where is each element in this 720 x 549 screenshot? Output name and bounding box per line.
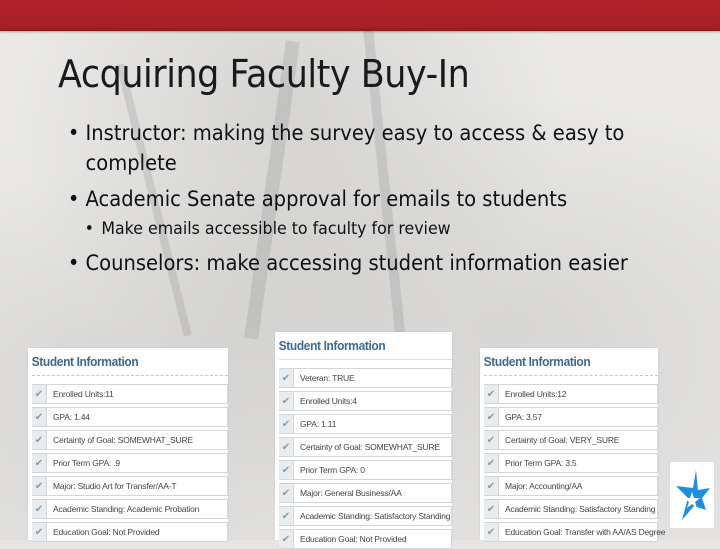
info-row[interactable]: ✔ Education Goal: Not Provided xyxy=(279,529,452,549)
bullet-item: Instructor: making the survey easy to ac… xyxy=(66,118,662,178)
info-row-label: GPA: 1.44 xyxy=(53,412,90,422)
info-row-label: Major: General Business/AA xyxy=(300,488,402,498)
info-row[interactable]: ✔ Prior Term GPA: 3.5 xyxy=(484,453,658,473)
info-row-label: Enrolled Units:12 xyxy=(505,389,567,399)
check-icon: ✔ xyxy=(279,438,294,456)
info-row[interactable]: ✔ Enrolled Units:11 xyxy=(32,384,228,404)
info-row-label: Certainty of Goal: SOMEWHAT_SURE xyxy=(53,435,193,445)
info-row[interactable]: ✔ Certainty of Goal: SOMEWHAT_SURE xyxy=(279,437,452,457)
info-row[interactable]: ✔ Enrolled Units:12 xyxy=(484,384,658,404)
panel-title: Student Information xyxy=(483,354,591,369)
info-row[interactable]: ✔ Education Goal: Transfer with AA/AS Deg… xyxy=(484,522,665,542)
info-row-label: Education Goal: Not Provided xyxy=(300,534,407,544)
info-row-label: Prior Term GPA: 3.5 xyxy=(505,458,577,468)
check-icon: ✔ xyxy=(279,530,294,548)
info-row[interactable]: ✔ Prior Term GPA: .9 xyxy=(32,453,228,473)
info-row-label: Education Goal: Transfer with AA/AS Degr… xyxy=(505,527,666,537)
divider xyxy=(484,375,658,376)
info-row[interactable]: ✔ Enrolled Units:4 xyxy=(279,391,452,411)
divider xyxy=(279,359,452,360)
info-row[interactable]: ✔ Academic Standing: Satisfactory Standin… xyxy=(484,499,658,519)
check-icon: ✔ xyxy=(279,484,294,502)
check-icon: ✔ xyxy=(484,477,499,495)
info-row-label: Veteran: TRUE xyxy=(300,373,355,383)
info-row-label: Education Goal: Not Provided xyxy=(53,527,160,537)
slide-title: Acquiring Faculty Buy-In xyxy=(58,52,470,96)
info-row[interactable]: ✔ Major: Accounting/AA xyxy=(484,476,658,496)
info-row[interactable]: ✔ Prior Term GPA: 0 xyxy=(279,460,452,480)
check-icon: ✔ xyxy=(484,454,499,472)
check-icon: ✔ xyxy=(32,454,47,472)
star-logo-icon xyxy=(670,462,714,528)
check-icon: ✔ xyxy=(32,385,47,403)
info-row[interactable]: ✔ Major: Studio Art for Transfer/AA-T xyxy=(32,476,228,496)
bullet-item: Counselors: make accessing student infor… xyxy=(66,248,644,278)
student-info-panel-3: Student Information ✔ Enrolled Units:12 ✔… xyxy=(480,348,665,542)
info-row[interactable]: ✔ Academic Standing: Academic Probation xyxy=(32,499,228,519)
divider xyxy=(32,375,228,376)
student-info-panel-1: Student Information ✔ Enrolled Units:11 ✔… xyxy=(28,348,228,542)
info-row[interactable]: ✔ Veteran: TRUE xyxy=(279,368,452,388)
check-icon: ✔ xyxy=(484,500,499,518)
check-icon: ✔ xyxy=(279,415,294,433)
info-row-label: GPA: 1.11 xyxy=(300,419,337,429)
info-row-label: Certainty of Goal: SOMEWHAT_SURE xyxy=(300,442,440,452)
check-icon: ✔ xyxy=(484,523,499,541)
info-row-label: GPA: 3.57 xyxy=(505,412,542,422)
panel-title: Student Information xyxy=(31,354,139,369)
check-icon: ✔ xyxy=(279,507,294,525)
student-info-panel-2: Student Information ✔ Veteran: TRUE ✔ Enro… xyxy=(275,332,452,549)
sub-bullet-item: Make emails accessible to faculty for re… xyxy=(66,217,661,241)
check-icon: ✔ xyxy=(484,408,499,426)
info-row[interactable]: ✔ GPA: 1.11 xyxy=(279,414,452,434)
header-banner xyxy=(0,0,720,31)
info-row-label: Major: Accounting/AA xyxy=(505,481,583,491)
info-row-label: Certainty of Goal: VERY_SURE xyxy=(505,435,620,445)
info-row-label: Major: Studio Art for Transfer/AA-T xyxy=(53,481,177,491)
bullet-list: Instructor: making the survey easy to ac… xyxy=(66,118,706,284)
info-row[interactable]: ✔ Certainty of Goal: VERY_SURE xyxy=(484,430,658,450)
check-icon: ✔ xyxy=(484,431,499,449)
check-icon: ✔ xyxy=(279,392,294,410)
info-row-label: Enrolled Units:11 xyxy=(53,389,114,399)
info-row[interactable]: ✔ Major: General Business/AA xyxy=(279,483,452,503)
info-row[interactable]: ✔ GPA: 1.44 xyxy=(32,407,228,427)
info-row-label: Academic Standing: Satisfactory Standing xyxy=(300,511,451,521)
info-row[interactable]: ✔ Academic Standing: Satisfactory Standin… xyxy=(279,506,452,526)
panel-title: Student Information xyxy=(278,338,386,353)
info-row-label: Prior Term GPA: 0 xyxy=(300,465,365,475)
bullet-item: Academic Senate approval for emails to s… xyxy=(66,184,661,214)
check-icon: ✔ xyxy=(32,408,47,426)
check-icon: ✔ xyxy=(32,523,47,541)
check-icon: ✔ xyxy=(279,369,294,387)
info-row[interactable]: ✔ Education Goal: Not Provided xyxy=(32,522,228,542)
info-row-label: Academic Standing: Satisfactory Standing xyxy=(505,504,656,514)
info-row-label: Enrolled Units:4 xyxy=(300,396,357,406)
info-row-label: Prior Term GPA: .9 xyxy=(53,458,120,468)
check-icon: ✔ xyxy=(484,385,499,403)
check-icon: ✔ xyxy=(32,477,47,495)
info-row[interactable]: ✔ GPA: 3.57 xyxy=(484,407,658,427)
info-row-label: Academic Standing: Academic Probation xyxy=(53,504,200,514)
info-row[interactable]: ✔ Certainty of Goal: SOMEWHAT_SURE xyxy=(32,430,228,450)
check-icon: ✔ xyxy=(32,431,47,449)
check-icon: ✔ xyxy=(32,500,47,518)
check-icon: ✔ xyxy=(279,461,294,479)
